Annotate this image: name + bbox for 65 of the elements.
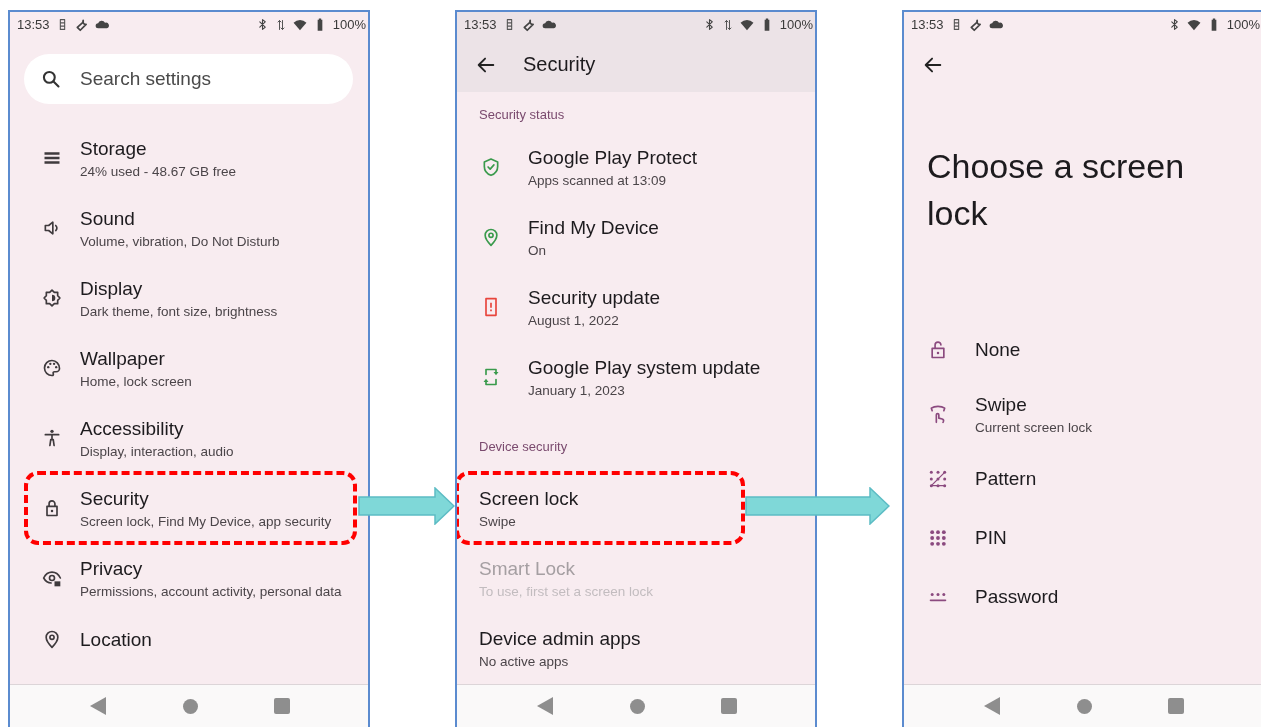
search-field[interactable]: Search settings	[24, 54, 353, 104]
item-subtitle: On	[528, 241, 547, 259]
item-subtitle: January 1, 2023	[528, 381, 626, 399]
section-header: Device security	[478, 438, 569, 456]
item-subtitle: Dark theme, font size, brightness	[80, 302, 278, 320]
back-button[interactable]	[90, 697, 106, 715]
status-time: 13:53	[17, 17, 50, 32]
item-subtitle: Current screen lock	[975, 418, 1093, 436]
item-subtitle: Screen lock, Find My Device, app security	[80, 512, 332, 530]
location-pin-icon	[481, 227, 501, 247]
item-title[interactable]: Security update	[528, 285, 661, 309]
location-pin-icon	[42, 629, 62, 649]
wifi-icon	[292, 17, 307, 32]
status-time: 13:53	[464, 17, 497, 32]
home-button[interactable]	[1077, 698, 1092, 714]
section-header: Security status	[478, 106, 566, 124]
shield-check-icon	[481, 157, 501, 177]
item-subtitle: Volume, vibration, Do Not Disturb	[80, 232, 280, 250]
phone-sync-icon	[481, 367, 501, 387]
item-subtitle: Home, lock screen	[80, 372, 192, 390]
item-subtitle: Display, interaction, audio	[80, 442, 234, 460]
brightness-icon	[42, 288, 62, 308]
item-title[interactable]: Google Play Protect	[528, 145, 697, 169]
unlocked-padlock-icon	[928, 339, 948, 360]
item-subtitle: August 1, 2022	[528, 311, 620, 329]
item-title[interactable]: Location	[80, 627, 152, 651]
back-button[interactable]	[984, 697, 1000, 715]
item-title[interactable]: Accessibility	[80, 416, 234, 440]
item-title[interactable]: None	[975, 338, 1021, 361]
page-title: Choose a screen lock	[927, 146, 1186, 234]
wifi-icon	[739, 17, 754, 32]
battery-percent: 100%	[1226, 17, 1260, 32]
home-button[interactable]	[183, 698, 198, 714]
item-title[interactable]: Password	[975, 585, 1059, 608]
home-button[interactable]	[630, 698, 645, 714]
eye-icon	[42, 568, 62, 588]
wifi-icon	[1186, 17, 1201, 32]
item-title[interactable]: Privacy	[80, 556, 342, 580]
item-title[interactable]: Storage	[80, 136, 237, 160]
item-title[interactable]: Device admin apps	[479, 626, 641, 650]
battery-percent: 100%	[779, 17, 813, 32]
item-title[interactable]: Screen lock	[479, 486, 579, 510]
pattern-dots-icon	[928, 468, 948, 489]
item-subtitle: Permissions, account activity, personal data	[80, 582, 342, 600]
screen-title: Security	[523, 53, 596, 76]
item-subtitle: No active apps	[479, 652, 570, 670]
item-subtitle: Apps scanned at 13:09	[528, 171, 668, 189]
battery-percent: 100%	[332, 17, 366, 32]
item-title[interactable]: Swipe	[975, 392, 1093, 416]
status-time: 13:53	[911, 17, 944, 32]
item-title[interactable]: Display	[80, 276, 278, 300]
back-button[interactable]	[537, 697, 553, 715]
palette-icon	[42, 358, 62, 378]
item-title[interactable]: Security	[80, 486, 332, 510]
accessibility-icon	[42, 428, 62, 448]
item-title[interactable]: Google Play system update	[528, 355, 761, 379]
item-subtitle: Swipe	[479, 512, 517, 530]
item-subtitle: 24% used - 48.67 GB free	[80, 162, 237, 180]
item-title[interactable]: Wallpaper	[80, 346, 192, 370]
item-title[interactable]: Pattern	[975, 467, 1037, 490]
keypad-dots-icon	[928, 527, 948, 548]
item-title[interactable]: Find My Device	[528, 215, 659, 239]
item-title[interactable]: Sound	[80, 206, 280, 230]
item-title[interactable]: PIN	[975, 526, 1007, 549]
search-icon	[41, 69, 61, 89]
